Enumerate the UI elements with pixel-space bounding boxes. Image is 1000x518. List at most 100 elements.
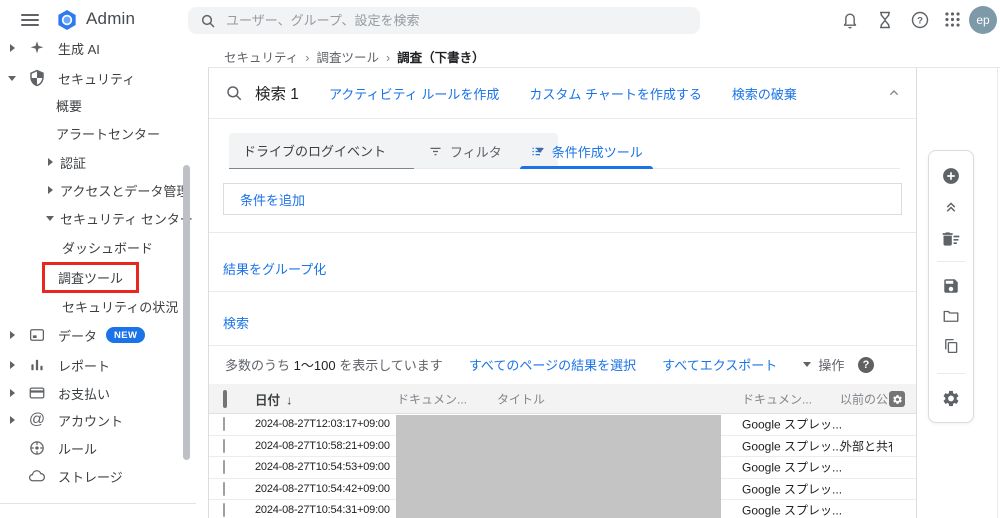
row-checkbox[interactable] — [223, 460, 225, 475]
results-toolbar: 多数のうち 1～100 を表示しています すべてのページの結果を選択 すべてエク… — [209, 345, 916, 384]
breadcrumb-separator: › — [305, 51, 310, 65]
sidebar-item-rules[interactable]: ルール — [0, 435, 97, 461]
bar-chart-icon — [28, 356, 46, 374]
sidebar-item-authentication[interactable]: 認証 — [0, 149, 86, 175]
create-custom-chart-link[interactable]: カスタム チャートを作成する — [529, 84, 701, 103]
row-checkbox[interactable] — [223, 503, 225, 518]
sidebar-divider — [0, 503, 196, 504]
sidebar-item-billing[interactable]: お支払い — [0, 380, 110, 406]
admin-console-screen: Admin ? ep 生成 AI — [0, 0, 1000, 518]
sidebar-item-storage[interactable]: ストレージ — [0, 463, 123, 489]
sidebar-item-security-health[interactable]: セキュリティの状況 — [0, 293, 178, 319]
sidebar-item-investigation-tool-highlighted[interactable]: 調査ツール — [42, 262, 139, 293]
results-summary: 多数のうち 1～100 を表示しています — [225, 358, 443, 373]
duplicate-icon[interactable] — [942, 337, 960, 355]
top-app-bar: Admin ? ep — [0, 0, 1000, 40]
breadcrumb-security[interactable]: セキュリティ — [224, 51, 298, 65]
avatar[interactable]: ep — [969, 6, 997, 34]
breadcrumb-investigation-tool[interactable]: 調査ツール — [316, 51, 379, 65]
sidebar-item-security[interactable]: セキュリティ — [0, 65, 135, 91]
builder-list-icon — [532, 147, 543, 155]
sidebar-item-data[interactable]: データ NEW — [0, 322, 146, 348]
condition-tabs: フィルタ 条件作成ツール — [414, 134, 900, 169]
column-prior-visibility[interactable]: 以前の公開 — [840, 390, 892, 407]
clear-search-icon[interactable] — [941, 229, 961, 249]
sidebar-item-dashboard[interactable]: ダッシュボード — [0, 234, 153, 260]
credit-card-icon — [28, 384, 46, 402]
cloud-icon — [28, 467, 46, 485]
run-search-link[interactable]: 検索 — [223, 313, 249, 332]
search-icon — [227, 86, 242, 101]
data-media-icon — [28, 326, 46, 344]
column-document-id[interactable]: ドキュメン... — [397, 390, 467, 407]
rail-divider — [937, 373, 965, 374]
app-title: Admin — [86, 9, 136, 28]
rail-divider — [937, 261, 965, 262]
open-folder-icon[interactable] — [942, 307, 960, 325]
chevron-right-icon — [8, 361, 18, 369]
search-icon — [201, 14, 215, 28]
sidebar-item-alert-center[interactable]: アラートセンター — [0, 120, 160, 146]
global-search[interactable] — [188, 7, 700, 34]
select-all-pages-link[interactable]: すべてのページの結果を選択 — [469, 355, 636, 374]
sidebar-item-account[interactable]: @ アカウント — [0, 407, 123, 433]
collapse-panel-icon[interactable] — [886, 85, 902, 101]
tab-condition-builder[interactable]: 条件作成ツール — [516, 134, 657, 169]
results-table-header: 日付↓ ドキュメン... タイトル ドキュメン... 以前の公開 — [209, 384, 916, 414]
divider — [209, 291, 916, 292]
window-scrollbar-track[interactable] — [997, 68, 998, 518]
new-badge: NEW — [106, 327, 146, 343]
collapse-all-icon[interactable] — [942, 197, 960, 215]
breadcrumb: セキュリティ › 調査ツール › 調査（下書き） — [224, 47, 485, 66]
menu-icon[interactable] — [21, 11, 39, 29]
shield-icon — [28, 69, 46, 87]
sort-desc-icon: ↓ — [286, 393, 293, 407]
chevron-right-icon — [8, 416, 18, 424]
svg-text:?: ? — [917, 16, 923, 27]
results-help-icon[interactable]: ? — [858, 356, 874, 373]
chevron-right-icon — [8, 389, 18, 397]
tab-filter[interactable]: フィルタ — [414, 134, 516, 168]
settings-gear-icon[interactable] — [942, 389, 961, 408]
sparkle-icon — [28, 39, 46, 57]
group-results-link[interactable]: 結果をグループ化 — [223, 259, 326, 278]
row-checkbox[interactable] — [223, 481, 225, 496]
admin-logo-icon — [55, 8, 79, 32]
save-icon[interactable] — [942, 277, 960, 295]
add-condition-link[interactable]: 条件を追加 — [240, 190, 305, 209]
sidebar-item-overview[interactable]: 概要 — [0, 92, 82, 118]
column-settings-gear-icon[interactable] — [889, 391, 905, 407]
sidebar-item-security-center[interactable]: セキュリティ センター — [0, 205, 193, 231]
sidebar-scrollbar-thumb[interactable] — [183, 165, 190, 460]
divider — [209, 232, 916, 233]
chevron-right-icon — [8, 44, 18, 52]
breadcrumb-current: 調査（下書き） — [397, 51, 485, 65]
global-search-input[interactable] — [226, 13, 666, 28]
chevron-right-icon — [46, 158, 56, 166]
chevron-right-icon — [46, 186, 56, 194]
row-checkbox[interactable] — [223, 417, 225, 432]
export-all-link[interactable]: すべてエクスポート — [662, 355, 777, 374]
actions-menu[interactable]: 操作 — [803, 355, 844, 374]
investigation-search-card: 検索 1 アクティビティ ルールを作成 カスタム チャートを作成する 検索の破棄… — [208, 68, 917, 518]
discard-search-link[interactable]: 検索の破棄 — [732, 84, 797, 103]
sidebar-item-access-data-control[interactable]: アクセスとデータ管理 — [0, 177, 189, 203]
chevron-right-icon — [8, 331, 18, 339]
tasks-hourglass-icon[interactable] — [875, 10, 895, 30]
chevron-down-icon — [46, 215, 56, 221]
breadcrumb-separator: › — [385, 51, 391, 65]
help-icon[interactable]: ? — [910, 10, 930, 30]
column-title[interactable]: タイトル — [497, 390, 545, 407]
sidebar-item-reports[interactable]: レポート — [0, 352, 110, 378]
create-activity-rule-link[interactable]: アクティビティ ルールを作成 — [329, 84, 499, 103]
column-document-type[interactable]: ドキュメン... — [742, 390, 812, 407]
search-title: 検索 1 — [255, 86, 299, 103]
notifications-bell-icon[interactable] — [840, 10, 860, 30]
chevron-down-icon — [8, 75, 18, 81]
apps-grid-icon[interactable] — [943, 10, 963, 30]
rules-wheel-icon — [28, 439, 46, 457]
column-date[interactable]: 日付 ↓ — [255, 389, 292, 408]
add-search-icon[interactable] — [941, 166, 961, 186]
select-all-checkbox[interactable] — [223, 389, 227, 408]
row-checkbox[interactable] — [223, 438, 225, 453]
